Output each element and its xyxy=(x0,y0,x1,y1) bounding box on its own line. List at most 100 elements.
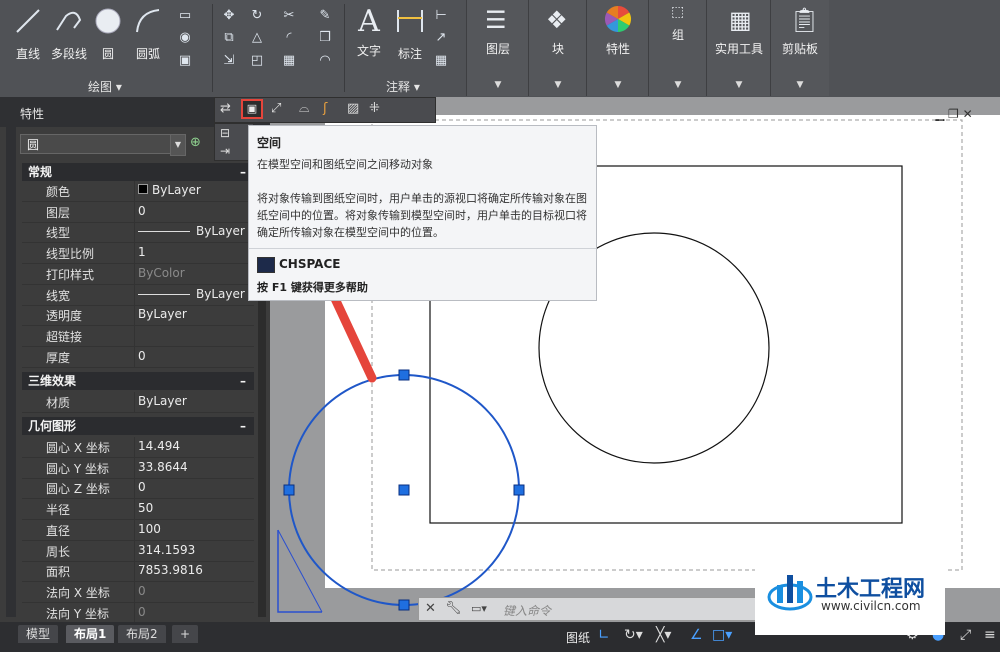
edit-spline-icon[interactable]: ʃ xyxy=(323,101,327,116)
property-row[interactable]: 法向 Y 坐标 0 xyxy=(22,602,254,624)
section-3d-label: 三维效果 xyxy=(28,374,77,388)
divider xyxy=(134,243,135,264)
property-value[interactable]: ByLayer xyxy=(138,307,187,321)
collapse-icon[interactable]: – xyxy=(240,163,246,181)
property-row[interactable]: 打印样式 ByColor xyxy=(22,263,254,285)
tab-model[interactable]: 模型 xyxy=(18,625,59,643)
edit-array-icon[interactable]: ⁜ xyxy=(369,101,380,116)
wrench-icon[interactable]: 🔧︎ xyxy=(445,601,462,616)
property-value[interactable]: 100 xyxy=(138,522,161,536)
osnap-icon[interactable]: □▾ xyxy=(712,627,732,643)
property-value[interactable]: 50 xyxy=(138,501,153,515)
section-3d-effects[interactable]: 三维效果 – xyxy=(22,372,254,390)
polar-icon[interactable]: ∠ xyxy=(690,627,703,643)
property-value[interactable]: 1 xyxy=(138,245,146,259)
flyout-icon-1[interactable]: ⇄ xyxy=(220,101,231,116)
command-prompt-icon[interactable]: ▭▾ xyxy=(471,602,487,615)
lengthen-icon[interactable]: ⤢ xyxy=(271,101,281,116)
property-key: 图层 xyxy=(46,205,71,220)
property-row[interactable]: 线宽 ByLayer xyxy=(22,284,254,306)
quick-select-icon[interactable]: ⊕ xyxy=(190,135,206,151)
grip-top[interactable] xyxy=(398,369,410,381)
property-value[interactable]: 0 xyxy=(138,204,146,218)
property-value[interactable]: ByLayer xyxy=(138,287,245,301)
section-geometry[interactable]: 几何图形 – xyxy=(22,417,254,435)
property-key: 线宽 xyxy=(46,288,71,303)
property-value[interactable]: 0 xyxy=(138,480,146,494)
property-key: 透明度 xyxy=(46,309,83,324)
divider xyxy=(134,478,135,499)
tab-layout2[interactable]: 布局2 xyxy=(118,625,166,643)
grid-icon[interactable]: ∟ xyxy=(598,627,610,643)
property-row[interactable]: 周长 314.1593 xyxy=(22,540,254,562)
property-value[interactable]: 0 xyxy=(138,349,146,363)
chevron-down-icon[interactable]: ▼ xyxy=(170,134,186,156)
property-key: 面积 xyxy=(46,565,71,580)
property-key: 法向 Y 坐标 xyxy=(46,606,109,621)
property-value[interactable]: ByColor xyxy=(138,266,185,280)
close-icon[interactable]: ✕ xyxy=(425,601,436,616)
tooltip-change-space: 空间 在模型空间和图纸空间之间移动对象 将对象传输到图纸空间时，用户单击的源视口… xyxy=(248,125,597,301)
property-value[interactable]: 0 xyxy=(138,584,146,598)
property-value[interactable]: ByLayer xyxy=(138,224,245,238)
tooltip-help-hint: 按 F1 键获得更多帮助 xyxy=(257,281,368,294)
divider xyxy=(134,263,135,284)
palette-title-bar-side[interactable] xyxy=(6,127,16,617)
property-row[interactable]: 图层 0 xyxy=(22,201,254,223)
command-line[interactable]: ✕ 🔧︎ ▭▾ 键入命令 xyxy=(418,597,762,621)
grip-center[interactable] xyxy=(398,484,410,496)
grip-left[interactable] xyxy=(283,484,295,496)
civilcn-logo-icon xyxy=(767,575,813,611)
property-row[interactable]: 法向 X 坐标 0 xyxy=(22,581,254,603)
collapse-icon[interactable]: – xyxy=(240,372,246,390)
divider xyxy=(134,222,135,243)
collapse-icon[interactable]: – xyxy=(240,417,246,435)
edit-polyline-icon[interactable]: ⌓ xyxy=(299,101,309,116)
fullscreen-icon[interactable]: ⤢ xyxy=(960,627,971,643)
property-value[interactable]: 14.494 xyxy=(138,439,180,453)
change-space-icon[interactable]: ▣ xyxy=(241,99,263,119)
property-row[interactable]: 圆心 X 坐标 14.494 xyxy=(22,437,254,458)
add-tab-icon[interactable]: + xyxy=(172,625,199,643)
property-row[interactable]: 直径 100 xyxy=(22,519,254,541)
property-row[interactable]: 圆心 Y 坐标 33.8644 xyxy=(22,457,254,479)
property-row[interactable]: 圆心 Z 坐标 0 xyxy=(22,478,254,500)
divider xyxy=(134,561,135,582)
property-value[interactable]: 7853.9816 xyxy=(138,563,203,577)
property-key: 法向 X 坐标 xyxy=(46,585,110,600)
grip-bottom[interactable] xyxy=(398,599,410,611)
property-row[interactable]: 线型比例 1 xyxy=(22,243,254,265)
property-row[interactable]: 颜色 ByLayer xyxy=(22,181,254,202)
property-value[interactable]: ByLayer xyxy=(138,183,201,197)
property-value[interactable]: 314.1593 xyxy=(138,543,195,557)
customize-icon[interactable]: ≡ xyxy=(984,627,996,643)
tab-layout1[interactable]: 布局1 xyxy=(66,625,115,643)
property-row[interactable]: 线型 ByLayer xyxy=(22,222,254,244)
property-row[interactable]: 厚度 0 xyxy=(22,346,254,368)
property-row[interactable]: 材质 ByLayer xyxy=(22,392,254,413)
property-value[interactable]: 0 xyxy=(138,605,146,619)
property-key: 颜色 xyxy=(46,185,71,199)
property-key: 圆心 Y 坐标 xyxy=(46,461,109,476)
snap-icon[interactable]: ↻▾ xyxy=(624,627,643,643)
property-value[interactable]: 33.8644 xyxy=(138,460,188,474)
paper-space-toggle[interactable]: 图纸 xyxy=(566,629,590,646)
edit-hatch-icon[interactable]: ▨ xyxy=(347,101,359,116)
property-row[interactable]: 超链接 xyxy=(22,325,254,347)
property-key: 直径 xyxy=(46,523,71,538)
grip-right[interactable] xyxy=(513,484,525,496)
align-icon[interactable]: ⊟ xyxy=(220,126,230,140)
ortho-icon[interactable]: ╳▾ xyxy=(656,627,671,643)
break-icon[interactable]: ⇥ xyxy=(220,144,230,158)
section-general[interactable]: 常规 – xyxy=(22,163,254,181)
object-type-select[interactable]: 圆 xyxy=(20,134,182,154)
section-general-label: 常规 xyxy=(28,165,53,179)
divider xyxy=(134,284,135,305)
property-key: 打印样式 xyxy=(46,267,95,282)
property-value[interactable]: ByLayer xyxy=(138,394,187,408)
property-row[interactable]: 透明度 ByLayer xyxy=(22,305,254,327)
command-input[interactable]: 键入命令 xyxy=(503,602,551,619)
divider xyxy=(134,325,135,346)
property-row[interactable]: 面积 7853.9816 xyxy=(22,561,254,583)
property-row[interactable]: 半径 50 xyxy=(22,499,254,521)
